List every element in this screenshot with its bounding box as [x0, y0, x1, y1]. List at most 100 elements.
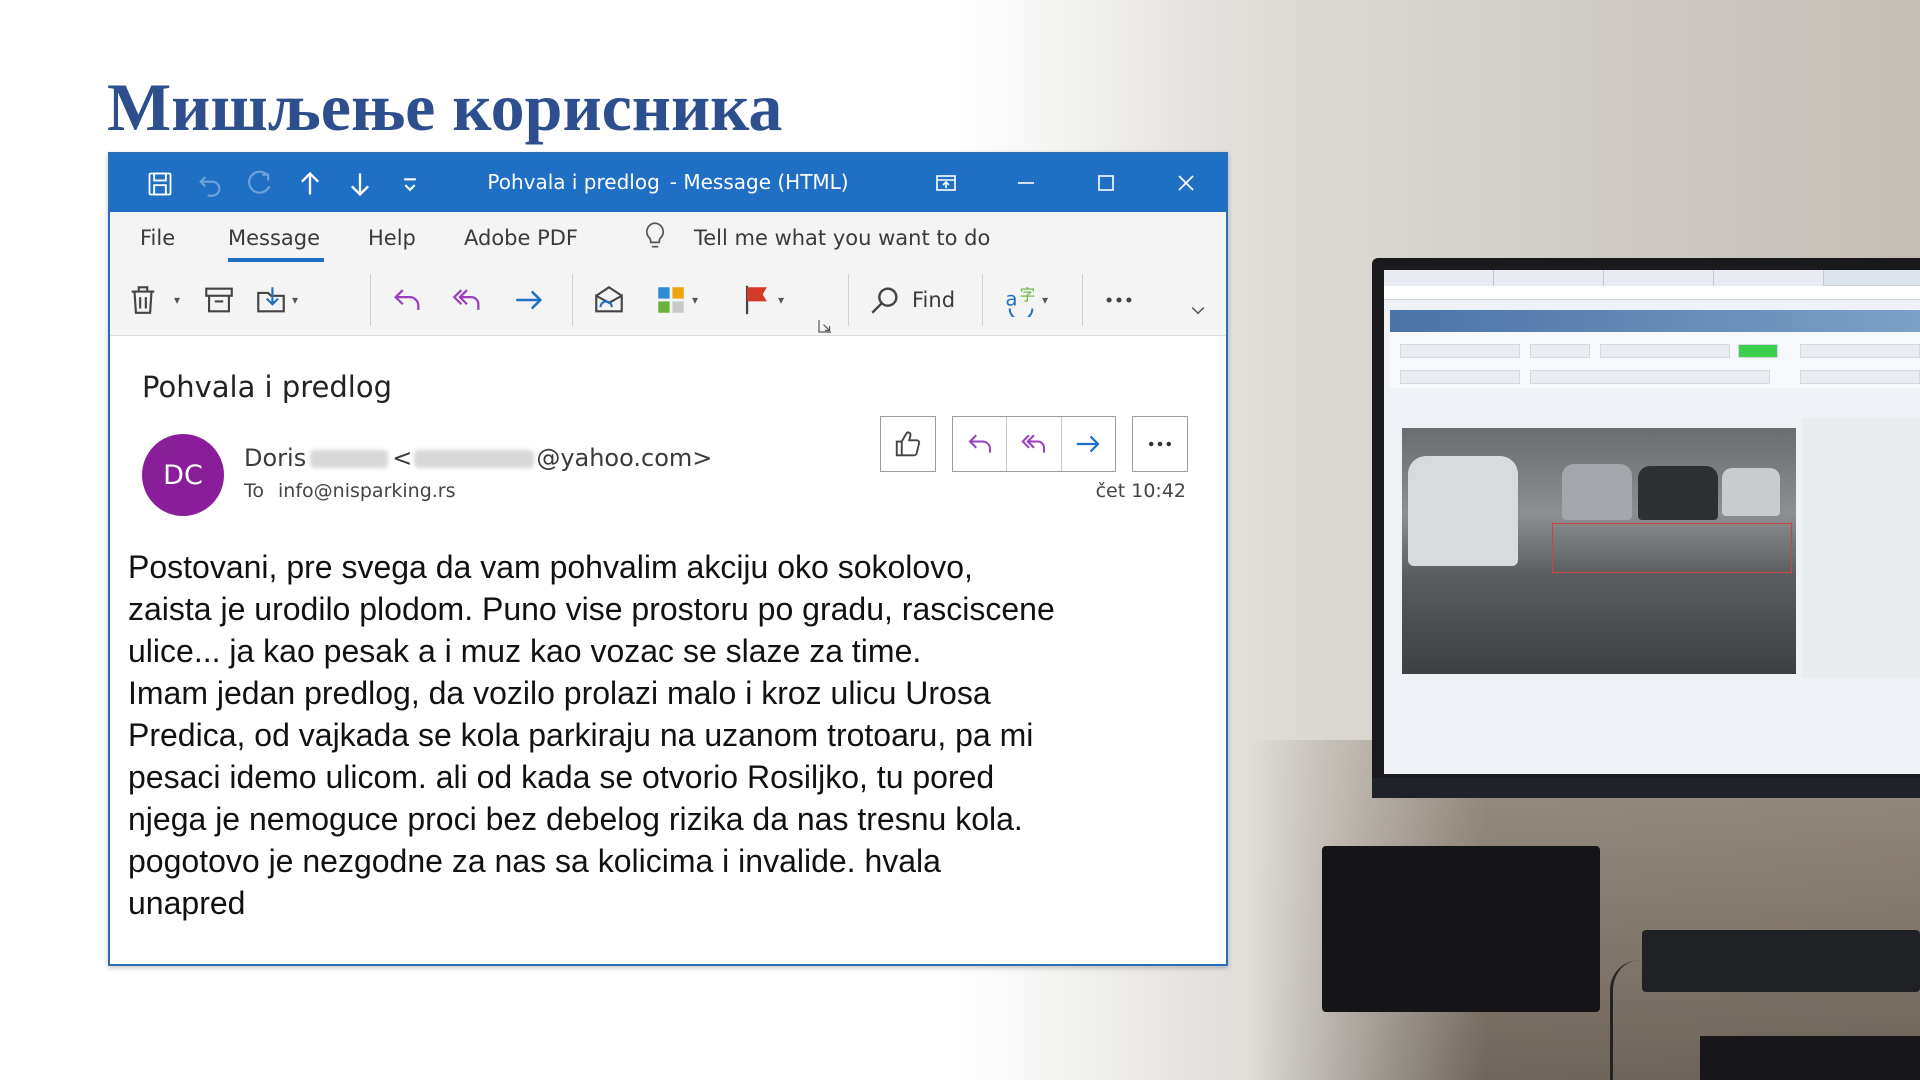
lightbulb-icon [645, 222, 665, 248]
body-line: Predica, od vajkada se kola parkiraju na… [128, 717, 1034, 753]
menu-bar: File Message Help Adobe PDF [110, 212, 1226, 264]
forward-button[interactable] [512, 278, 546, 322]
delete-button[interactable]: ▾ [126, 278, 180, 322]
forward-icon [1077, 435, 1100, 453]
ribbon-separator [848, 274, 849, 326]
translate-button[interactable]: a字 ▾ [1004, 278, 1048, 322]
reply-all-icon [452, 289, 480, 310]
lpr-camera-image [1402, 428, 1796, 674]
find-button[interactable]: Find [868, 278, 955, 322]
more-icon [1106, 297, 1132, 303]
tab-message[interactable]: Message [228, 226, 320, 250]
more-icon [1149, 441, 1171, 447]
lpr-field [1530, 344, 1590, 358]
tab-file[interactable]: File [140, 226, 175, 250]
ribbon-separator [572, 274, 573, 326]
reply-icon [394, 289, 420, 310]
message-format: - Message (HTML) [669, 170, 849, 194]
lpr-field [1600, 344, 1730, 358]
avatar[interactable]: DC [142, 434, 224, 516]
body-line: unapred [128, 885, 246, 921]
body-line: zaista je urodilo plodom. Puno vise pros… [128, 591, 1055, 627]
move-button[interactable]: ▾ [254, 278, 298, 322]
recipient-row: To info@nisparking.rs [244, 480, 456, 502]
thumbs-up-icon [895, 431, 921, 457]
svg-text:字: 字 [1020, 286, 1036, 304]
body-line: njega je nemoguce proci bez debelog rizi… [128, 801, 1023, 837]
lpr-confidence-field [1738, 344, 1778, 358]
recipient-address[interactable]: info@nisparking.rs [278, 480, 456, 502]
quick-actions [952, 416, 1116, 472]
to-label: To [244, 480, 265, 502]
lpr-fields [1390, 332, 1920, 388]
dialog-launcher[interactable] [816, 304, 834, 348]
move-icon [257, 287, 285, 313]
lpr-field [1400, 370, 1520, 384]
outlook-message-window: Pohvala i predlog - Message (HTML) File M… [108, 152, 1228, 966]
lpr-field [1800, 344, 1920, 358]
reply-all-button[interactable] [1007, 417, 1062, 471]
find-icon [871, 287, 898, 314]
reply-all-icon [1021, 434, 1045, 453]
car [1562, 464, 1632, 520]
desktop-computer [1322, 846, 1600, 1012]
message-subject: Pohvala i predlog [142, 370, 392, 404]
ribbon-separator [1082, 274, 1083, 326]
body-line: ulice... ja kao pesak a i muz kao vozac … [128, 633, 922, 669]
delete-icon [131, 286, 155, 314]
lpr-map [1802, 418, 1920, 678]
window-controls [906, 154, 1226, 212]
maximize-icon[interactable] [1066, 154, 1146, 212]
more-options-button[interactable] [1102, 278, 1136, 322]
minimize-icon[interactable] [986, 154, 1066, 212]
lpr-field [1400, 344, 1520, 358]
reply-button[interactable] [953, 417, 1008, 471]
tell-me-search[interactable]: Tell me what you want to do [694, 226, 990, 250]
body-line: Imam jedan predlog, da vozilo prolazi ma… [128, 675, 991, 711]
archive-icon [205, 287, 233, 313]
tab-help[interactable]: Help [368, 226, 416, 250]
ribbon-toolbar: ▾ ▾ ▾ ▾ Find a 字 ▾ [110, 264, 1226, 336]
dialog-launcher-icon [818, 320, 831, 333]
body-line: pogotovo je nezgodne za nas sa kolicima … [128, 843, 941, 879]
body-line: Postovani, pre svega da vam pohvalim akc… [128, 549, 973, 585]
redacted-surname [310, 450, 389, 468]
browser-tab-strip [1384, 270, 1920, 286]
browser-tab [1714, 270, 1824, 286]
svg-text:a: a [1005, 288, 1017, 311]
slide-title: Мишљење корисника [107, 69, 783, 145]
flag-icon [745, 285, 767, 315]
browser-tab [1604, 270, 1714, 286]
close-icon[interactable] [1146, 154, 1226, 212]
flag-button[interactable]: ▾ [740, 278, 784, 322]
collapse-ribbon-button[interactable] [1188, 288, 1208, 332]
forward-button[interactable] [1062, 417, 1115, 471]
reply-all-button[interactable] [450, 278, 484, 322]
find-label: Find [912, 288, 956, 312]
taskbar [1372, 778, 1920, 798]
browser-address-bar [1384, 286, 1920, 300]
more-actions-button[interactable] [1132, 416, 1188, 472]
car [1408, 456, 1518, 566]
archive-button[interactable] [202, 278, 236, 322]
sender[interactable]: Doris < @yahoo.com> [244, 444, 712, 472]
chevron-down-icon [1191, 306, 1205, 315]
keyboard [1700, 1036, 1920, 1080]
lpr-result-header [1390, 310, 1920, 332]
ribbon-separator [370, 274, 371, 326]
categorize-button[interactable]: ▾ [654, 278, 698, 322]
translate-icon: a字 [1005, 286, 1036, 317]
browser-tab [1494, 270, 1604, 286]
sender-bracket: < [392, 444, 413, 472]
browser-tab [1384, 270, 1494, 286]
tab-adobe-pdf[interactable]: Adobe PDF [464, 226, 578, 250]
reply-button[interactable] [390, 278, 424, 322]
detection-box [1552, 523, 1792, 573]
categorize-icon [658, 287, 684, 313]
message-title: Pohvala i predlog [487, 170, 660, 194]
monitor [1372, 258, 1920, 798]
read-unread-button[interactable] [592, 278, 626, 322]
sender-email-domain: @yahoo.com> [536, 444, 713, 472]
like-button[interactable] [880, 416, 936, 472]
ribbon-display-icon[interactable] [906, 154, 986, 212]
